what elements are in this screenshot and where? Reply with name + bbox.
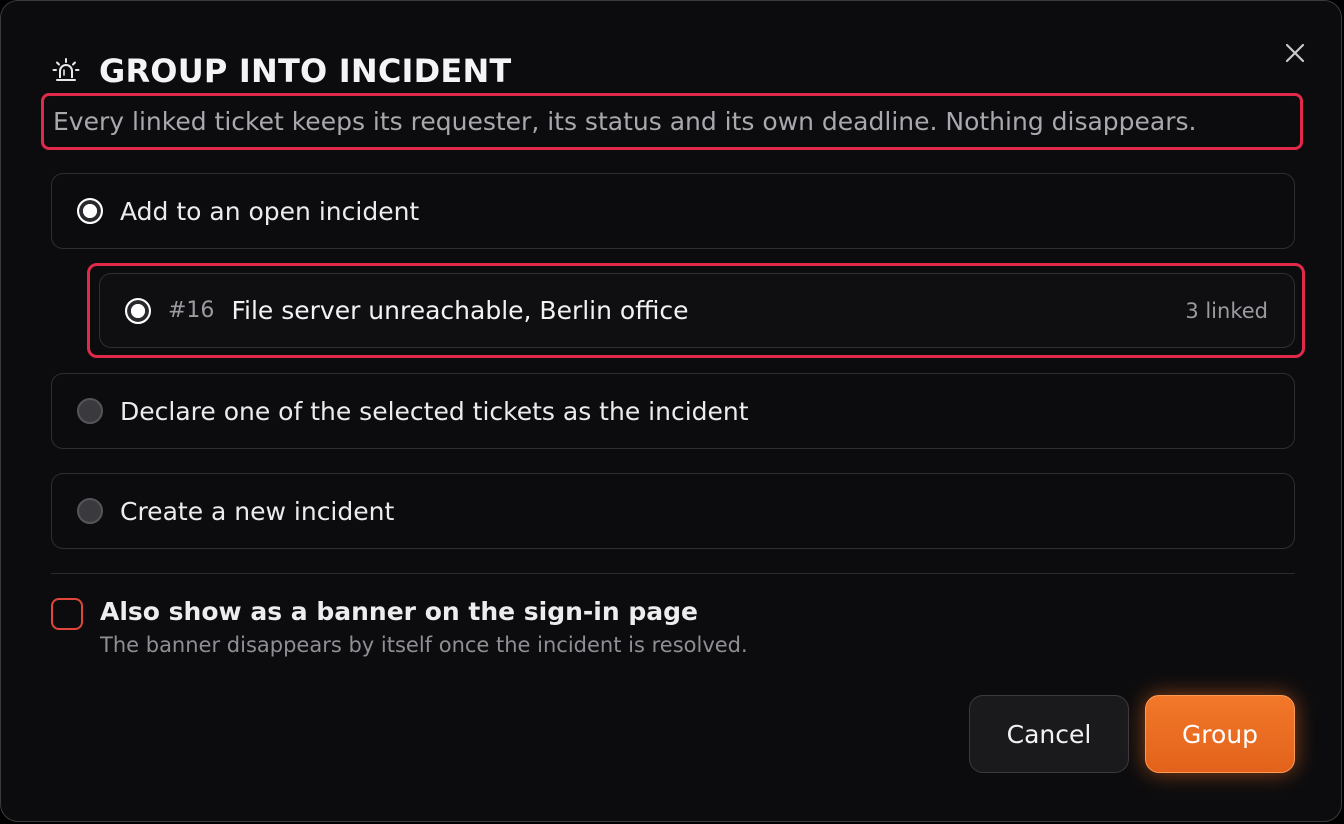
radio-create-new[interactable]: [77, 498, 103, 524]
radio-add-to-open-incident[interactable]: [77, 198, 103, 224]
subtitle-highlight: Every linked ticket keeps its requester,…: [41, 93, 1303, 150]
siren-icon: [52, 58, 80, 81]
radio-open-incident[interactable]: [125, 297, 151, 324]
cancel-button[interactable]: Cancel: [969, 695, 1129, 773]
option-add-to-open-incident[interactable]: Add to an open incident: [51, 173, 1295, 249]
close-icon: [1285, 43, 1305, 63]
banner-checkbox[interactable]: [51, 598, 83, 630]
dialog-subtitle: Every linked ticket keeps its requester,…: [53, 107, 1197, 136]
banner-help-text: The banner disappears by itself once the…: [100, 633, 748, 657]
incident-name: File server unreachable, Berlin office: [231, 296, 689, 325]
open-incident-item[interactable]: #16 File server unreachable, Berlin offi…: [99, 273, 1295, 348]
dialog-header: GROUP INTO INCIDENT: [51, 51, 511, 91]
option-declare-ticket-as-incident[interactable]: Declare one of the selected tickets as t…: [51, 373, 1295, 449]
banner-checkbox-label[interactable]: Also show as a banner on the sign-in pag…: [100, 597, 698, 626]
close-button[interactable]: [1279, 37, 1311, 69]
radio-declare-ticket[interactable]: [77, 398, 103, 424]
divider: [51, 573, 1295, 574]
dialog-title: GROUP INTO INCIDENT: [99, 52, 512, 90]
linked-count: 3 linked: [1185, 298, 1268, 323]
option-label: Add to an open incident: [120, 196, 420, 226]
option-create-new-incident[interactable]: Create a new incident: [51, 473, 1295, 549]
group-button[interactable]: Group: [1145, 695, 1295, 773]
group-into-incident-dialog: GROUP INTO INCIDENT Every linked ticket …: [0, 0, 1342, 822]
option-label: Declare one of the selected tickets as t…: [120, 396, 749, 426]
option-label: Create a new incident: [120, 496, 395, 526]
incident-number: #16: [168, 298, 215, 323]
